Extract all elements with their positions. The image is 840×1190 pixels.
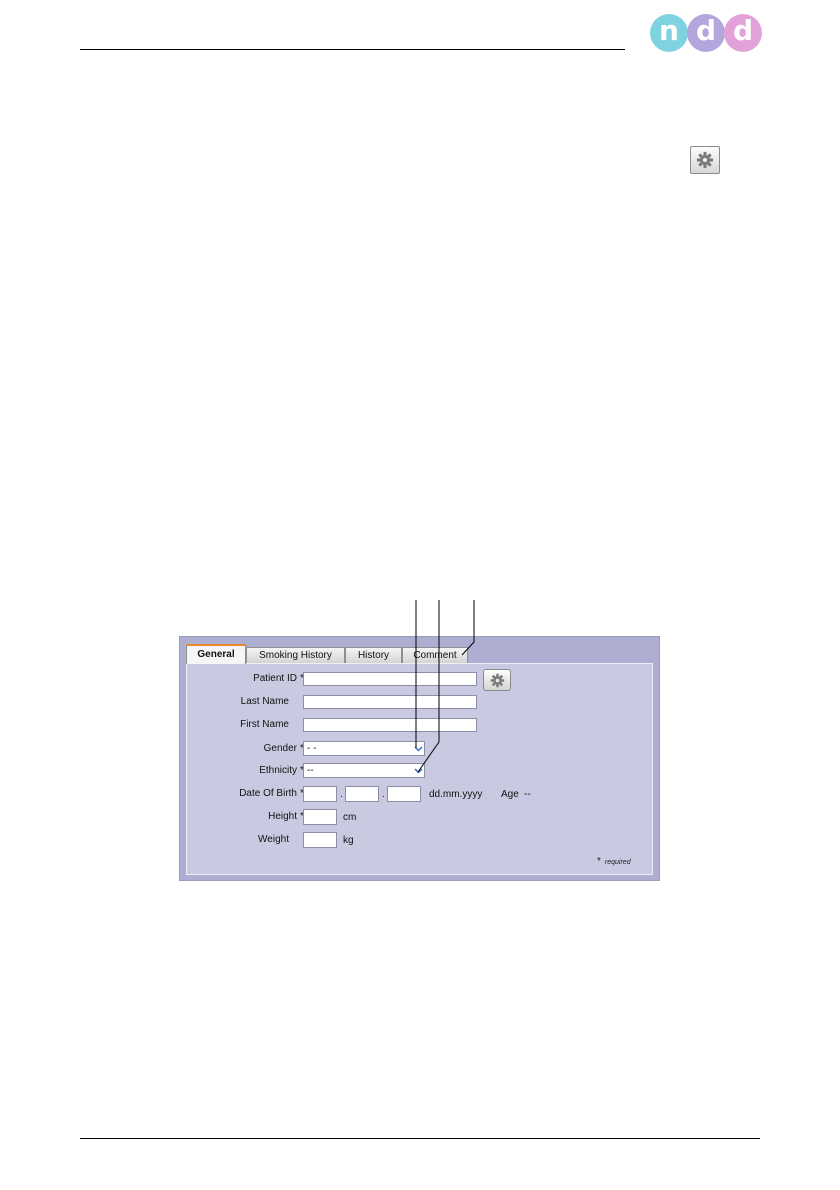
weight-input[interactable]: [303, 832, 337, 848]
callout-lines: [415, 600, 475, 773]
date-of-birth-label: Date Of Birth: [239, 788, 297, 799]
chevron-down-icon: [412, 742, 424, 755]
required-text: required: [604, 859, 631, 866]
footer-rule: [80, 1138, 760, 1139]
tab-history[interactable]: History: [345, 647, 402, 663]
last-name-label: Last Name: [240, 696, 289, 707]
dob-day-input[interactable]: [303, 786, 337, 802]
tab-smoking-history[interactable]: Smoking History: [246, 647, 345, 663]
tab-general[interactable]: General: [186, 644, 246, 664]
gender-label: Gender: [263, 743, 297, 754]
header-rule: [80, 49, 625, 50]
dob-separator-2: .: [382, 789, 385, 800]
ndd-logo: n d d: [650, 14, 762, 54]
settings-button[interactable]: [690, 146, 720, 174]
gear-icon: [696, 151, 714, 169]
weight-unit: kg: [343, 835, 354, 846]
required-note: * required: [597, 856, 631, 867]
gender-select[interactable]: - -: [303, 741, 425, 756]
ethnicity-select[interactable]: --: [303, 763, 425, 778]
first-name-label: First Name: [240, 719, 289, 730]
tab-comment[interactable]: Comment: [402, 647, 468, 663]
dob-year-input[interactable]: [387, 786, 421, 802]
age-label: Age: [501, 789, 519, 800]
height-label: Height: [268, 811, 297, 822]
chevron-down-icon: [412, 764, 424, 777]
age-value: --: [524, 789, 531, 800]
patient-id-label: Patient ID: [253, 673, 297, 684]
patient-form-window: General Smoking History History Comment …: [179, 636, 660, 881]
patient-id-settings-button[interactable]: [483, 669, 511, 691]
gear-icon: [490, 673, 504, 687]
dob-separator-1: .: [340, 789, 343, 800]
patient-id-input[interactable]: [303, 672, 477, 686]
general-panel: Patient ID * Last Name First Name Gender: [186, 663, 653, 875]
ethnicity-selected-value: --: [307, 765, 314, 776]
last-name-input[interactable]: [303, 695, 477, 709]
gender-selected-value: - -: [307, 743, 317, 754]
height-input[interactable]: [303, 809, 337, 825]
ethnicity-label: Ethnicity: [259, 765, 297, 776]
height-unit: cm: [343, 812, 357, 823]
logo-letter-d2: d: [724, 14, 762, 52]
logo-letter-d1: d: [687, 14, 725, 52]
dob-format-hint: dd.mm.yyyy: [429, 789, 483, 800]
dob-month-input[interactable]: [345, 786, 379, 802]
first-name-input[interactable]: [303, 718, 477, 732]
required-star: *: [597, 856, 601, 867]
weight-label: Weight: [258, 834, 289, 845]
logo-letter-n: n: [650, 14, 688, 52]
